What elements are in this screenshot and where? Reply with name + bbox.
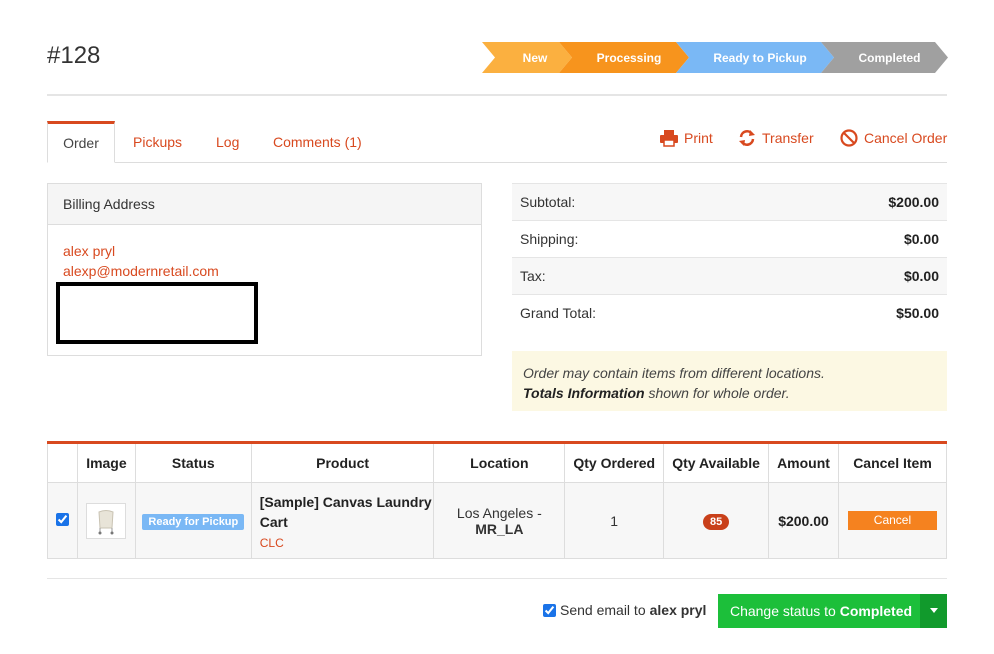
tab-comments[interactable]: Comments (1) bbox=[273, 121, 362, 163]
cancel-order-button[interactable]: Cancel Order bbox=[840, 127, 947, 149]
tab-log[interactable]: Log bbox=[216, 121, 239, 163]
col-qty-available: Qty Available bbox=[663, 442, 770, 483]
note-line-1: Order may contain items from different l… bbox=[523, 365, 825, 381]
tab-pickups[interactable]: Pickups bbox=[133, 121, 182, 163]
transfer-label: Transfer bbox=[762, 130, 814, 146]
status-progress: New Processing Ready to Pickup Completed bbox=[482, 42, 948, 73]
order-totals: Subtotal: $200.00 Shipping: $0.00 Tax: $0.0… bbox=[512, 183, 947, 331]
caret-down-icon bbox=[929, 608, 938, 613]
send-email-checkbox[interactable] bbox=[543, 603, 556, 617]
row-qty-available-cell: 85 bbox=[663, 482, 770, 559]
totals-row-shipping: Shipping: $0.00 bbox=[512, 220, 947, 257]
send-email-recipient: alex pryl bbox=[649, 602, 707, 618]
row-select-cell bbox=[47, 482, 78, 559]
totals-row-subtotal: Subtotal: $200.00 bbox=[512, 183, 947, 220]
billing-name-link[interactable]: alex pryl bbox=[63, 241, 466, 261]
location-code: MR_LA bbox=[475, 520, 524, 537]
page-title: #128 bbox=[47, 42, 101, 69]
redacted-address-box bbox=[56, 282, 258, 344]
col-status: Status bbox=[134, 442, 252, 483]
print-button[interactable]: Print bbox=[660, 127, 713, 149]
table-header-row: Image Status Product Location Qty Ordere… bbox=[47, 442, 948, 483]
product-thumbnail[interactable] bbox=[86, 502, 127, 539]
col-location: Location bbox=[433, 442, 566, 483]
qty-available-badge: 85 bbox=[702, 513, 730, 530]
header-divider bbox=[47, 94, 947, 96]
footer-divider bbox=[47, 578, 947, 579]
status-badge: Ready for Pickup bbox=[142, 513, 245, 530]
row-image-cell bbox=[76, 482, 136, 559]
order-items-table: Image Status Product Location Qty Ordere… bbox=[47, 441, 948, 559]
row-cancel-cell: Cancel bbox=[837, 482, 948, 559]
laundry-cart-icon bbox=[98, 509, 114, 534]
col-product: Product bbox=[250, 442, 435, 483]
row-qty-ordered-cell: 1 bbox=[564, 482, 665, 559]
send-email-option[interactable]: Send email to alex pryl bbox=[543, 602, 706, 618]
billing-address-heading: Billing Address bbox=[48, 184, 481, 225]
col-select bbox=[47, 442, 78, 483]
step-completed: Completed bbox=[858, 50, 921, 65]
status-dropdown-toggle[interactable] bbox=[920, 594, 947, 628]
row-amount-cell: $200.00 bbox=[768, 482, 839, 559]
row-select-checkbox[interactable] bbox=[55, 512, 69, 526]
location-name: Los Angeles - bbox=[456, 504, 542, 521]
row-status-cell: Ready for Pickup bbox=[134, 482, 252, 559]
step-processing: Processing bbox=[596, 50, 662, 65]
col-image: Image bbox=[76, 442, 136, 483]
table-row: Ready for Pickup [Sample] Canvas Laundry… bbox=[47, 482, 948, 559]
print-label: Print bbox=[684, 130, 713, 146]
row-location-cell: Los Angeles - MR_LA bbox=[433, 482, 566, 559]
col-amount: Amount bbox=[768, 442, 839, 483]
cancel-item-button[interactable]: Cancel bbox=[847, 511, 937, 530]
cancel-order-label: Cancel Order bbox=[864, 130, 948, 146]
note-line-2: Totals Information shown for whole order… bbox=[523, 385, 790, 401]
ban-icon bbox=[840, 129, 858, 147]
send-email-label: Send email to bbox=[560, 602, 646, 618]
refresh-icon bbox=[739, 130, 755, 146]
step-new: New bbox=[522, 50, 548, 65]
billing-address-panel: Billing Address alex pryl alexp@modernre… bbox=[47, 183, 482, 356]
change-status-target: Completed bbox=[839, 603, 913, 619]
totals-note: Order may contain items from different l… bbox=[512, 351, 947, 411]
change-status-button[interactable]: Change status to Completed bbox=[718, 594, 924, 628]
totals-row-grand-total: Grand Total: $50.00 bbox=[512, 294, 947, 331]
col-qty-ordered: Qty Ordered bbox=[564, 442, 665, 483]
transfer-button[interactable]: Transfer bbox=[738, 127, 814, 149]
tab-order[interactable]: Order bbox=[47, 121, 115, 163]
product-name: [Sample] Canvas Laundry Cart bbox=[259, 493, 432, 530]
row-product-cell: [Sample] Canvas Laundry Cart CLC bbox=[250, 482, 435, 559]
product-sku-link[interactable]: CLC bbox=[260, 536, 434, 550]
printer-icon bbox=[660, 130, 678, 147]
change-status-label: Change status to bbox=[729, 603, 840, 619]
col-cancel-item: Cancel Item bbox=[837, 442, 948, 483]
totals-row-tax: Tax: $0.00 bbox=[512, 257, 947, 294]
step-ready-to-pickup: Ready to Pickup bbox=[713, 50, 807, 65]
billing-email-link[interactable]: alexp@modernretail.com bbox=[63, 261, 466, 281]
